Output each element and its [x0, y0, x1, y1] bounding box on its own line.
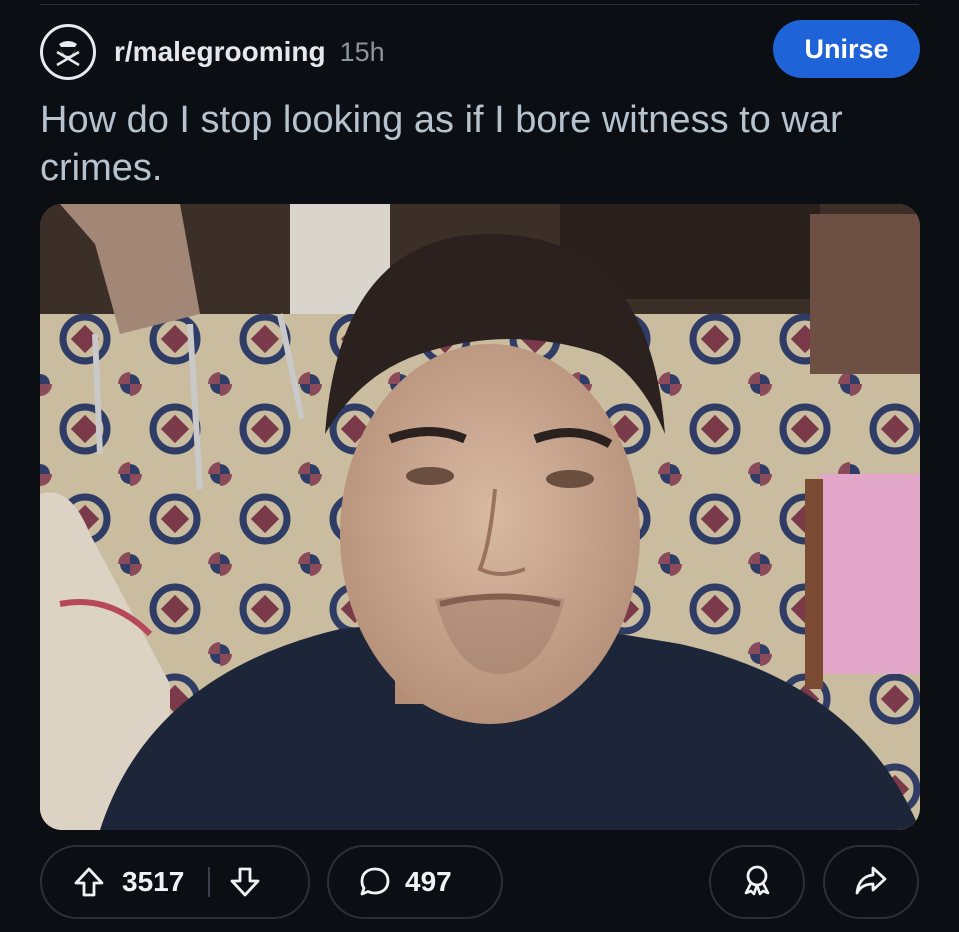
share-arrow-icon [854, 863, 888, 902]
post-title[interactable]: How do I stop looking as if I bore witne… [40, 96, 920, 192]
share-button[interactable] [823, 845, 919, 919]
join-button[interactable]: Unirse [773, 20, 920, 78]
arrow-down-icon[interactable] [228, 865, 262, 899]
vote-control: 3517 [40, 845, 310, 919]
reddit-post-card: r/malegrooming 15h Unirse How do I stop … [0, 0, 959, 932]
post-header: r/malegrooming 15h [40, 24, 385, 80]
divider [40, 4, 919, 5]
post-image[interactable] [40, 204, 920, 830]
comment-count: 497 [405, 866, 452, 897]
subreddit-logo-icon[interactable] [40, 24, 96, 80]
comments-button[interactable]: 497 [327, 845, 503, 919]
arrow-up-icon[interactable] [72, 865, 106, 899]
post-timestamp: 15h [339, 36, 385, 67]
award-button[interactable] [709, 845, 805, 919]
vote-divider [208, 867, 211, 897]
upvote-count: 3517 [122, 866, 185, 897]
award-icon [740, 863, 774, 902]
subreddit-name[interactable]: r/malegrooming [114, 36, 326, 68]
comment-bubble-icon [357, 864, 393, 900]
